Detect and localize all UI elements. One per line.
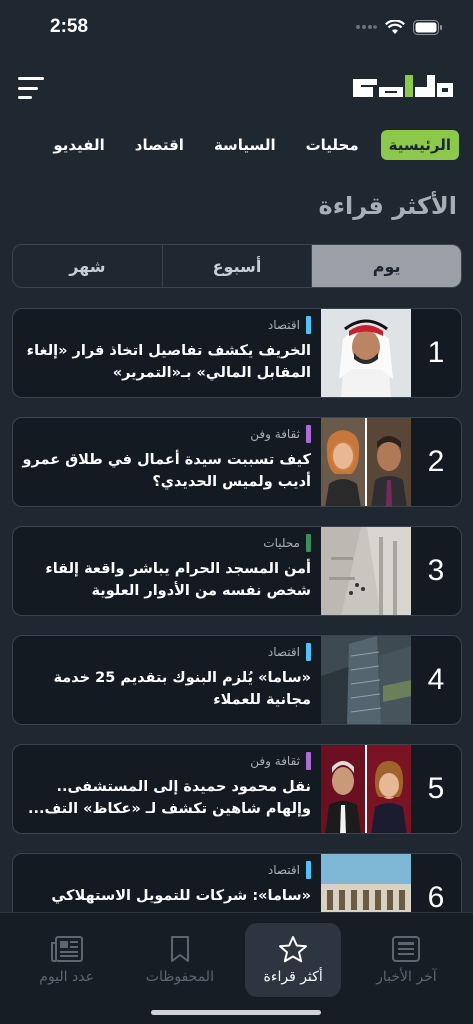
tab-label: المحفوظات [145,969,214,985]
article-body: محليات أمن المسجد الحرام يباشر واقعة إلق… [21,533,311,609]
article-category: محليات [263,536,300,550]
article-body: اقتصاد الخريف يكشف تفاصيل اتخاذ قرار «إل… [21,315,311,391]
article-thumbnail [321,309,411,397]
tab-economy[interactable]: اقتصاد [127,130,192,160]
article-body: ثقافة وفن كيف تسببت سيدة أعمال في طلاق ع… [21,424,311,500]
status-icons [355,19,443,35]
article-card[interactable]: 2 ثقافة وفن كيف تسببت سيدة أعمال في طلاق… [12,417,462,507]
article-thumbnail [321,418,411,506]
article-rank: 3 [427,554,445,587]
article-title: «ساما»: شركات للتمويل الاستهلاكي [51,888,311,904]
tab-label: آخر الأخبار [376,969,437,985]
category-color-bar [306,534,311,552]
status-time: 2:58 [50,16,89,37]
tab-label: أكثر قراءة [263,969,323,985]
segment-day[interactable]: يوم [311,245,461,287]
wifi-icon [385,19,405,34]
category-color-bar [306,316,311,334]
status-bar: 2:58 [0,0,473,54]
category-nav: الرئيسية محليات السياسة اقتصاد الفيديو [0,130,473,168]
article-category: اقتصاد [267,645,300,659]
article-body: ثقافة وفن نقل محمود حميدة إلى المستشفى..… [21,751,311,827]
okaz-logo[interactable] [351,73,455,103]
tab-home[interactable]: الرئيسية [380,130,459,160]
category-color-bar [306,752,311,770]
app-header [0,60,473,116]
article-title: كيف تسببت سيدة أعمال في طلاق عمرو أديب و… [22,452,312,490]
article-thumbnail [321,745,411,833]
category-color-bar [306,861,311,879]
tab-politics[interactable]: السياسة [206,130,284,160]
tab-todays-issue[interactable]: عدد اليوم [19,923,115,997]
battery-icon [413,19,442,35]
segment-week[interactable]: أسبوع [161,245,312,287]
menu-icon[interactable] [18,77,46,99]
article-card[interactable]: 3 محليات أمن المسجد الحرام يباشر واقعة إ… [12,526,462,616]
home-indicator[interactable] [151,1010,321,1015]
article-rank: 1 [427,336,445,369]
tab-label: عدد اليوم [39,969,94,985]
category-color-bar [306,425,311,443]
article-category: ثقافة وفن [250,754,300,768]
article-thumbnail [321,636,411,724]
article-category: اقتصاد [267,318,300,332]
article-title: «ساما» يُلزم البنوك بتقديم 25 خدمة مجاني… [53,670,311,708]
article-title: نقل محمود حميدة إلى المستشفى.. وإلهام شا… [27,779,311,817]
article-category: ثقافة وفن [250,427,300,441]
tab-video[interactable]: الفيديو [45,130,112,160]
period-segmented-control: يوم أسبوع شهر [12,244,462,288]
article-title: أمن المسجد الحرام يباشر واقعة إلقاء شخص … [45,561,311,599]
star-icon [279,936,308,963]
tab-saved[interactable]: المحفوظات [132,923,228,997]
tab-local[interactable]: محليات [298,130,367,160]
article-rank: 5 [427,772,445,805]
news-icon [392,936,421,962]
category-color-bar [306,643,311,661]
article-thumbnail [321,527,411,615]
bottom-tab-bar: آخر الأخبار أكثر قراءة المحفوظات عدد الي… [0,912,473,1024]
article-body: اقتصاد «ساما» يُلزم البنوك بتقديم 25 خدم… [21,642,311,718]
tab-latest-news[interactable]: آخر الأخبار [358,923,454,997]
signal-icon [356,25,377,29]
article-rank: 2 [427,445,445,478]
section-title: الأكثر قراءة [318,192,457,220]
article-card[interactable]: 4 اقتصاد «ساما» يُلزم البنوك بتقديم 25 خ… [12,635,462,725]
article-category: اقتصاد [267,863,300,877]
article-card[interactable]: 5 ثقافة وفن نقل محمود حميدة إلى المستشفى… [12,744,462,834]
segment-month[interactable]: شهر [13,245,162,287]
article-title: الخريف يكشف تفاصيل اتخاذ قرار «إلغاء الم… [26,343,311,381]
article-card[interactable]: 1 اقتصاد الخريف يكشف تفاصيل اتخاذ قرار «… [12,308,462,398]
tab-most-read[interactable]: أكثر قراءة [245,923,342,997]
bookmark-icon [170,936,189,962]
article-rank: 4 [427,663,445,696]
newspaper-icon [50,936,83,962]
